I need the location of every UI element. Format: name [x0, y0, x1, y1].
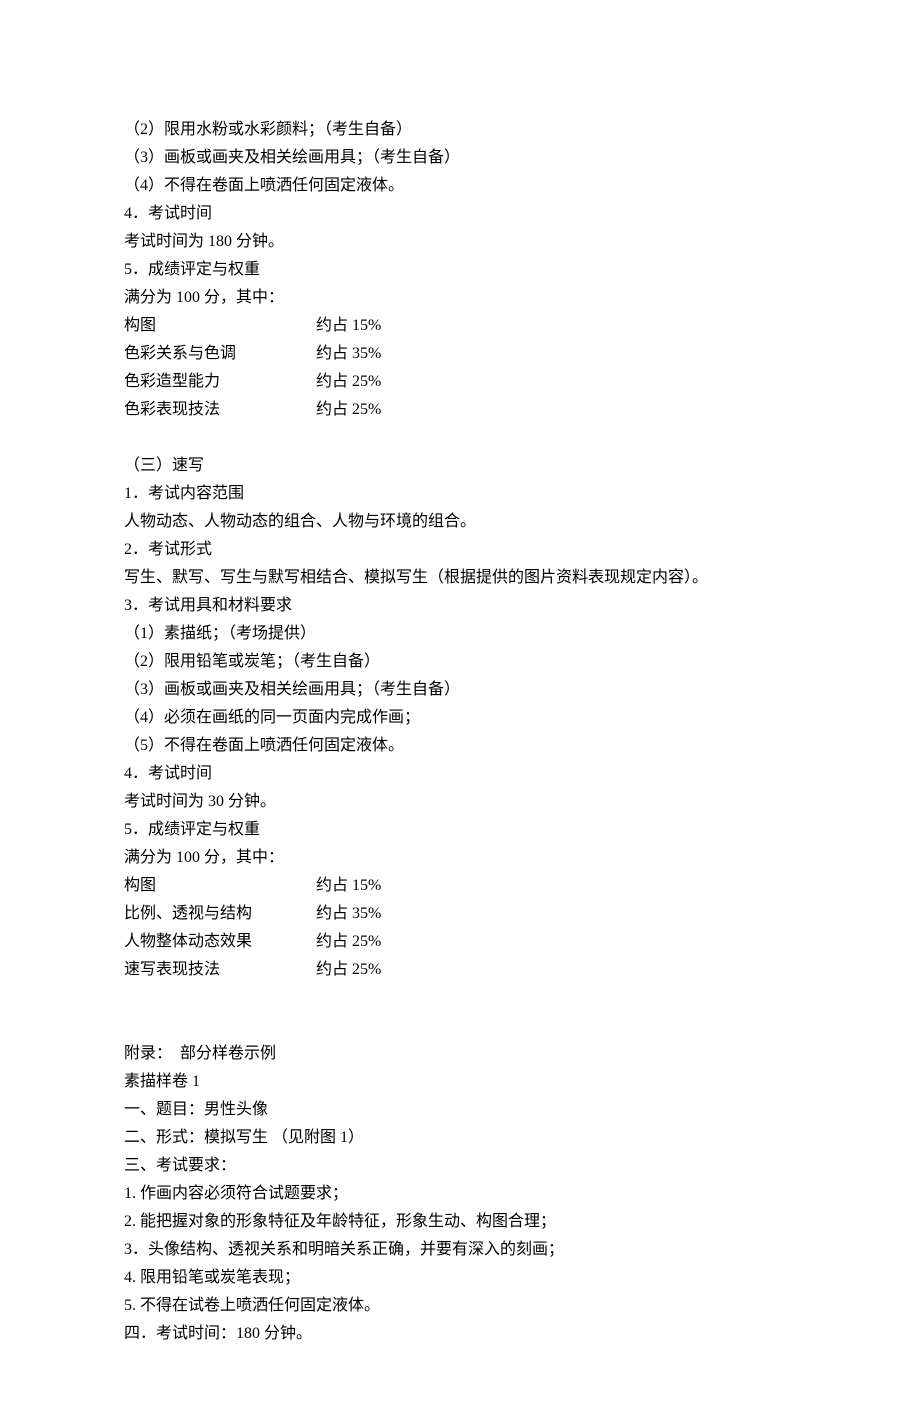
appendix-line4: 四．考试时间：180 分钟。 [124, 1320, 796, 1348]
sketch-item5-intro: 满分为 100 分，其中： [124, 844, 796, 872]
sketch-material-2: （2）限用铅笔或炭笔；（考生自备） [124, 648, 796, 676]
sketch-item1-body: 人物动态、人物动态的组合、人物与环境的组合。 [124, 508, 796, 536]
sketch-item4-title: 4．考试时间 [124, 760, 796, 788]
appendix-line3: 三、考试要求： [124, 1152, 796, 1180]
color-material-2: （2）限用水粉或水彩颜料；（考生自备） [124, 116, 796, 144]
sketch-item3-title: 3．考试用具和材料要求 [124, 592, 796, 620]
sketch-weight-label-2: 人物整体动态效果 [124, 928, 316, 956]
color-item4-title: 4．考试时间 [124, 200, 796, 228]
color-item4-body: 考试时间为 180 分钟。 [124, 228, 796, 256]
sketch-item2-body: 写生、默写、写生与默写相结合、模拟写生（根据提供的图片资料表现规定内容）。 [124, 564, 796, 592]
sketch-material-4: （4）必须在画纸的同一页面内完成作画； [124, 704, 796, 732]
appendix-req2: 2. 能把握对象的形象特征及年龄特征，形象生动、构图合理； [124, 1208, 796, 1236]
sketch-weight-label-1: 比例、透视与结构 [124, 900, 316, 928]
color-material-4: （4）不得在卷面上喷洒任何固定液体。 [124, 172, 796, 200]
section-spacer-3 [124, 1012, 796, 1040]
sketch-weight-label-3: 速写表现技法 [124, 956, 316, 984]
sketch-weight-row-1: 比例、透视与结构约占 35% [124, 900, 796, 928]
color-item5-intro: 满分为 100 分，其中： [124, 284, 796, 312]
color-item5-title: 5．成绩评定与权重 [124, 256, 796, 284]
color-weight-label-2: 色彩造型能力 [124, 368, 316, 396]
color-material-3: （3）画板或画夹及相关绘画用具；（考生自备） [124, 144, 796, 172]
appendix-line1: 一、题目：男性头像 [124, 1096, 796, 1124]
sketch-weight-row-2: 人物整体动态效果约占 25% [124, 928, 796, 956]
appendix-req1: 1. 作画内容必须符合试题要求； [124, 1180, 796, 1208]
color-weight-row-2: 色彩造型能力约占 25% [124, 368, 796, 396]
section-spacer-1 [124, 424, 796, 452]
appendix-heading: 附录： 部分样卷示例 [124, 1040, 796, 1068]
sketch-item2-title: 2．考试形式 [124, 536, 796, 564]
sketch-weight-value-1: 约占 35% [316, 905, 381, 922]
sketch-material-5: （5）不得在卷面上喷洒任何固定液体。 [124, 732, 796, 760]
sketch-item1-title: 1．考试内容范围 [124, 480, 796, 508]
sketch-weight-value-3: 约占 25% [316, 961, 381, 978]
sketch-material-3: （3）画板或画夹及相关绘画用具；（考生自备） [124, 676, 796, 704]
sketch-weight-value-0: 约占 15% [316, 877, 381, 894]
sketch-item4-body: 考试时间为 30 分钟。 [124, 788, 796, 816]
color-weight-value-2: 约占 25% [316, 373, 381, 390]
sketch-weight-value-2: 约占 25% [316, 933, 381, 950]
color-weight-label-0: 构图 [124, 312, 316, 340]
section-spacer-2 [124, 984, 796, 1012]
appendix-req5: 5. 不得在试卷上喷洒任何固定液体。 [124, 1292, 796, 1320]
color-weight-row-3: 色彩表现技法约占 25% [124, 396, 796, 424]
color-weight-row-1: 色彩关系与色调约占 35% [124, 340, 796, 368]
sketch-material-1: （1）素描纸；（考场提供） [124, 620, 796, 648]
sketch-heading: （三）速写 [124, 452, 796, 480]
appendix-req4: 4. 限用铅笔或炭笔表现； [124, 1264, 796, 1292]
sketch-weight-label-0: 构图 [124, 872, 316, 900]
color-weight-value-3: 约占 25% [316, 401, 381, 418]
appendix-line2: 二、形式：模拟写生 （见附图 1） [124, 1124, 796, 1152]
color-weight-value-0: 约占 15% [316, 317, 381, 334]
color-weight-value-1: 约占 35% [316, 345, 381, 362]
color-weight-label-1: 色彩关系与色调 [124, 340, 316, 368]
sketch-item5-title: 5．成绩评定与权重 [124, 816, 796, 844]
sketch-weight-row-0: 构图约占 15% [124, 872, 796, 900]
color-weight-row-0: 构图约占 15% [124, 312, 796, 340]
appendix-sample-title: 素描样卷 1 [124, 1068, 796, 1096]
sketch-weight-row-3: 速写表现技法约占 25% [124, 956, 796, 984]
color-weight-label-3: 色彩表现技法 [124, 396, 316, 424]
appendix-req3: 3．头像结构、透视关系和明暗关系正确，并要有深入的刻画； [124, 1236, 796, 1264]
